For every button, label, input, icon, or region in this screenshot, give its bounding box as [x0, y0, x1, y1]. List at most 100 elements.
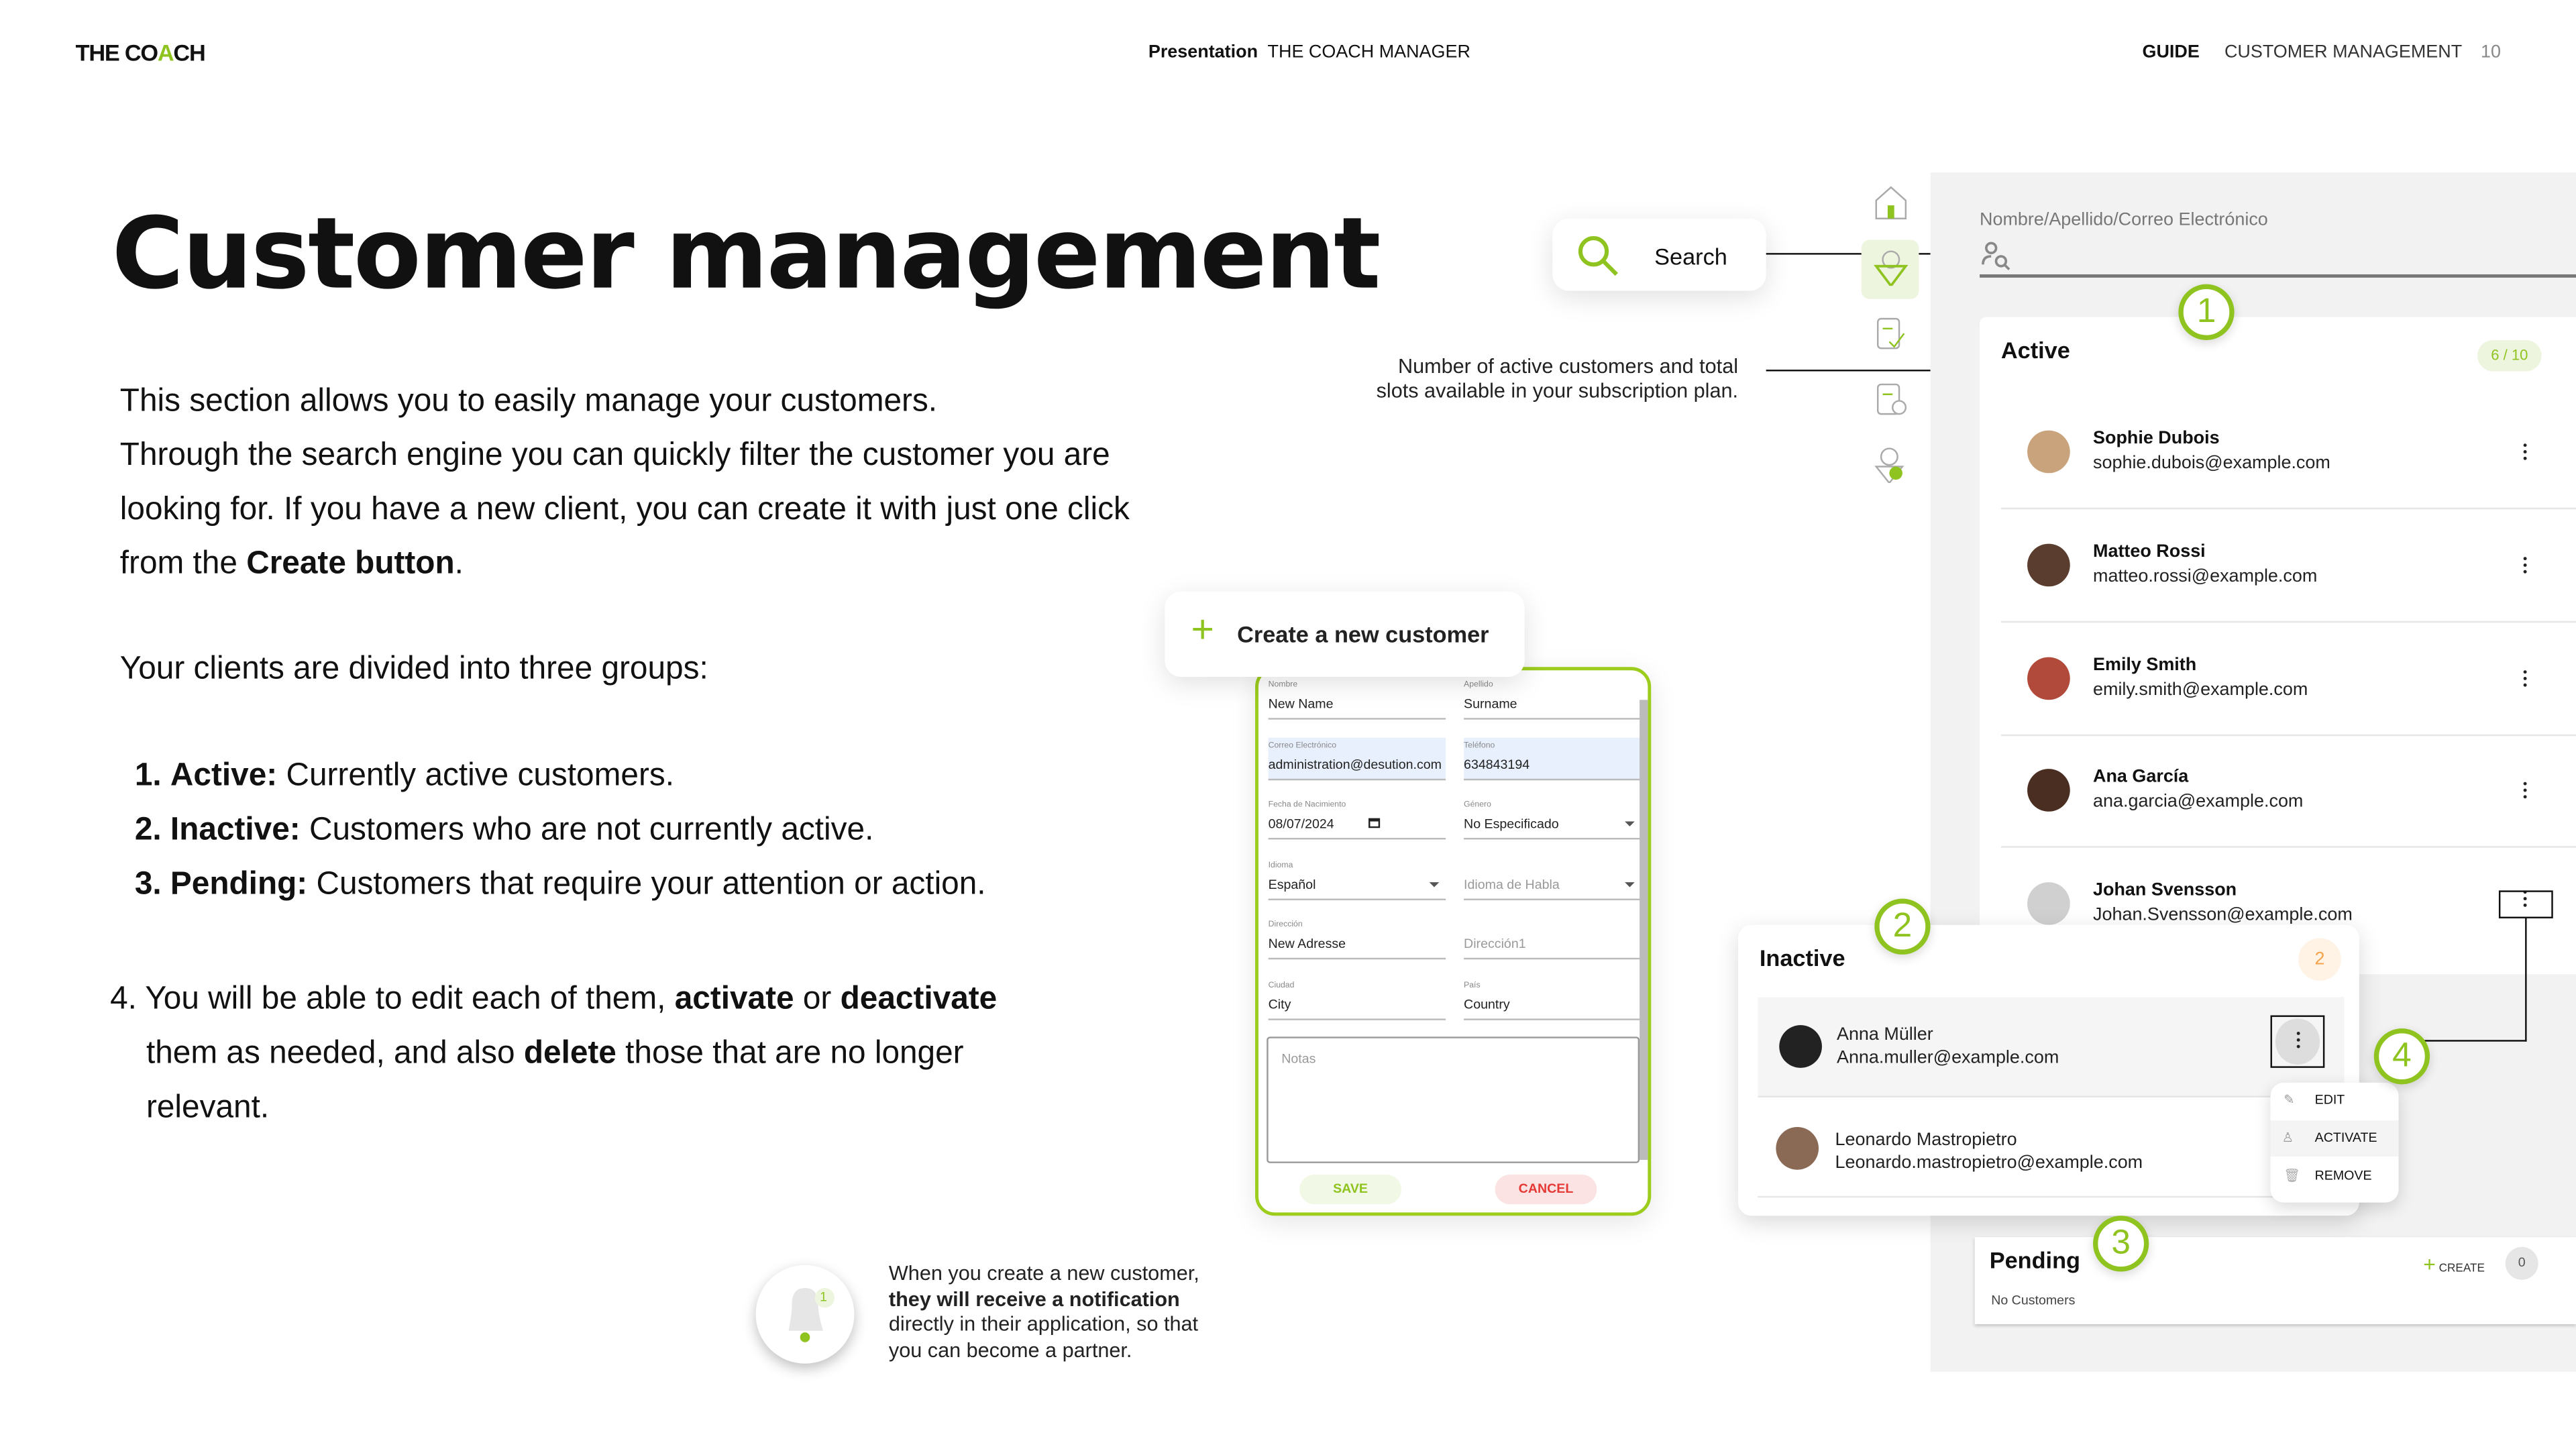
callout-1: 1 [2178, 284, 2235, 340]
pending-count-badge: 0 [2505, 1246, 2538, 1280]
calendar-icon [1368, 818, 1381, 828]
customer-row[interactable]: Ana García ana.garcia@example.com [2000, 735, 2576, 848]
plans-icon[interactable] [1873, 315, 1909, 352]
customer-row[interactable]: Matteo Rossi matteo.rossi@example.com [2000, 509, 2576, 623]
avatar [2027, 430, 2070, 474]
pending-empty: No Customers [1991, 1293, 2076, 1308]
inactive-card: Inactive 2 Anna Müller Anna.muller@examp… [1738, 924, 2359, 1216]
menu-edit[interactable]: ✎ EDIT [2271, 1083, 2399, 1119]
dropdown-caret-icon [1625, 821, 1635, 826]
notification-text: When you create a new customer, they will… [888, 1261, 1199, 1361]
more-button[interactable] [2520, 670, 2530, 690]
groups-intro: Your clients are divided into three grou… [119, 650, 708, 687]
user-search-icon [1982, 241, 2010, 270]
nutrition-icon[interactable] [1873, 381, 1909, 417]
avatar [2027, 543, 2070, 587]
presentation-name: THE COACH MANAGER [1267, 42, 1470, 63]
pending-title: Pending [1989, 1246, 2081, 1273]
dropdown-caret-icon [1429, 881, 1440, 887]
plus-icon: + [2423, 1252, 2436, 1277]
customer-name: Leonardo Mastropietro [1835, 1130, 2017, 1150]
customer-row[interactable]: Anna Müller Anna.muller@example.com [1758, 997, 2345, 1097]
profile-icon[interactable] [1873, 447, 1909, 484]
search-label: Nombre/Apellido/Correo Electrónico [1980, 210, 2268, 230]
customer-name: Sophie Dubois [2093, 429, 2220, 449]
save-button[interactable]: SAVE [1299, 1175, 1401, 1205]
customer-row[interactable]: Sophie Dubois sophie.dubois@example.com [2000, 396, 2576, 510]
customer-email: Johan.Svensson@example.com [2093, 905, 2353, 925]
avatar [2027, 657, 2070, 700]
avatar [1779, 1025, 1822, 1068]
groups-list: 1. Active: Currently active customers. 2… [135, 749, 986, 912]
create-pending-button[interactable]: + CREATE [2423, 1252, 2485, 1277]
customer-email: Anna.muller@example.com [1836, 1048, 2059, 1068]
customers-icon[interactable] [1873, 250, 1909, 286]
page-title: Customer management [111, 197, 1381, 313]
avatar [2027, 882, 2070, 925]
menu-remove[interactable]: 🗑 REMOVE [2271, 1159, 2399, 1195]
active-title: Active [2000, 337, 2070, 364]
highlight-box [2498, 890, 2553, 918]
form-field[interactable]: Apellido Surname [1464, 677, 1642, 720]
form-field[interactable]: Correo Electrónico administration@desutio… [1268, 737, 1446, 780]
more-button[interactable] [2520, 557, 2530, 576]
customer-email: matteo.rossi@example.com [2093, 566, 2318, 587]
form-field[interactable]: Ciudad City [1268, 977, 1446, 1020]
form-field[interactable]: Idioma Español [1268, 857, 1446, 900]
notes-textarea[interactable]: Notas [1267, 1036, 1640, 1163]
notification-bell: 1 [755, 1265, 855, 1364]
form-field[interactable]: Género No Especificado [1464, 797, 1642, 840]
customer-email: emily.smith@example.com [2093, 680, 2308, 700]
search-button[interactable]: Search [1552, 218, 1766, 291]
customer-name: Emily Smith [2093, 655, 2197, 676]
page-number: 10 [2480, 42, 2501, 63]
home-icon[interactable] [1873, 186, 1909, 222]
customer-email: ana.garcia@example.com [2093, 792, 2304, 812]
group-item: 3. Pending: Customers that require your … [134, 865, 986, 902]
form-field[interactable]: Fecha de Nacimiento 08/07/2024 [1268, 797, 1446, 840]
connector-line [2415, 1040, 2527, 1042]
activate-user-icon: ♙ [2282, 1130, 2294, 1145]
customer-name: Ana García [2093, 767, 2189, 788]
pending-card: Pending + CREATE 0 No Customers [1974, 1237, 2576, 1324]
guide-label: GUIDE [2142, 42, 2200, 63]
more-button[interactable] [2270, 1015, 2325, 1068]
form-field[interactable]: País Country [1464, 977, 1642, 1020]
cancel-button[interactable]: CANCEL [1495, 1175, 1597, 1205]
pencil-icon: ✎ [2284, 1092, 2295, 1108]
inactive-title: Inactive [1759, 945, 1845, 971]
form-field[interactable]: Idioma de Habla [1464, 857, 1642, 900]
menu-activate[interactable]: ♙ ACTIVATE [2270, 1120, 2399, 1157]
customer-email: sophie.dubois@example.com [2093, 453, 2330, 474]
customer-email: Leonardo.mastropietro@example.com [1835, 1153, 2143, 1173]
customer-name: Matteo Rossi [2093, 542, 2206, 562]
trash-icon: 🗑 [2284, 1168, 2300, 1183]
new-customer-form: Nombre New Name Apellido Surname Correo Elec… [1255, 667, 1652, 1216]
logo: THE COACH [75, 39, 206, 66]
dropdown-caret-icon [1625, 881, 1635, 887]
scrollbar[interactable] [1640, 700, 1648, 1160]
search-icon [1578, 236, 1618, 276]
inactive-count-badge: 2 [2298, 938, 2341, 981]
avatar [1776, 1127, 1819, 1170]
group-item: 1. Active: Currently active customers. [134, 757, 675, 794]
more-button[interactable] [2520, 782, 2530, 802]
form-field[interactable]: Dirección New Adresse [1268, 917, 1446, 960]
customer-row[interactable]: Emily Smith emily.smith@example.com [2000, 623, 2576, 737]
kebab-icon [2294, 1031, 2304, 1051]
intro-text: This section allows you to easily manage… [119, 382, 1130, 582]
customer-name: Johan Svensson [2093, 880, 2237, 901]
customer-name: Anna Müller [1836, 1025, 1933, 1045]
more-button[interactable] [2520, 443, 2530, 463]
callout-2: 2 [1874, 898, 1931, 955]
connector-line [2525, 918, 2527, 1042]
form-field[interactable]: Dirección1 [1464, 917, 1642, 960]
search-input[interactable] [1980, 274, 2576, 278]
customer-row[interactable]: Leonardo Mastropietro Leonardo.mastropie… [1758, 1097, 2345, 1198]
create-customer-button[interactable]: + Create a new customer [1165, 591, 1525, 677]
form-field[interactable]: Teléfono 634843194 [1464, 737, 1642, 780]
form-field[interactable]: Nombre New Name [1268, 677, 1446, 720]
avatar [2027, 769, 2070, 812]
plus-icon: + [1191, 608, 1214, 653]
context-menu: ✎ EDIT ♙ ACTIVATE 🗑 REMOVE [2270, 1082, 2399, 1203]
